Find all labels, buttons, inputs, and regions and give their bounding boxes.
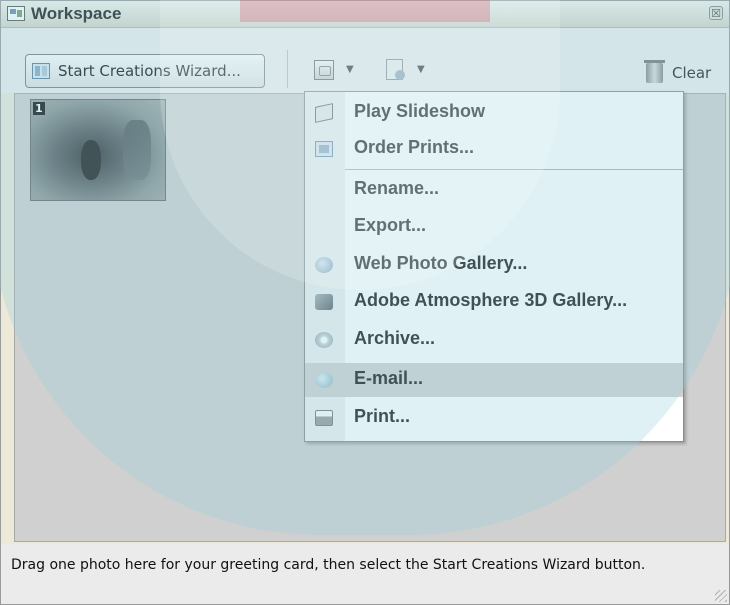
toolbar: Start Creations Wizard... ▼ ▼ Clear	[1, 28, 729, 93]
menu-item-archive[interactable]: Archive...	[305, 323, 683, 357]
wizard-icon	[32, 63, 50, 79]
chevron-down-icon: ▼	[417, 64, 425, 75]
clear-button-label: Clear	[672, 64, 712, 82]
menu-item-print[interactable]: Print...	[305, 401, 683, 435]
menu-item-label: Order Prints...	[354, 137, 475, 157]
menu-item-email[interactable]: E-mail...	[305, 363, 683, 397]
menu-item-rename[interactable]: Rename...	[305, 173, 683, 207]
share-dropdown-menu: Play Slideshow Order Prints... Rename...…	[304, 91, 684, 442]
archive-disc-icon	[315, 332, 333, 348]
menu-item-label: E-mail...	[354, 368, 424, 388]
menu-item-label: Adobe Atmosphere 3D Gallery...	[354, 290, 628, 310]
close-button[interactable]: ☒	[709, 6, 723, 20]
web-gallery-icon	[315, 257, 333, 273]
menu-item-label: Print...	[354, 406, 411, 426]
workspace-icon	[7, 6, 25, 21]
menu-item-label: Archive...	[354, 328, 436, 348]
menu-item-label: Web Photo Gallery...	[354, 253, 528, 273]
start-creations-wizard-button[interactable]: Start Creations Wizard...	[25, 54, 265, 88]
photo-thumbnail[interactable]: 1	[30, 99, 166, 201]
create-dropdown-button[interactable]: ▼	[381, 56, 441, 90]
menu-item-play-slideshow[interactable]: Play Slideshow	[305, 96, 683, 130]
chevron-down-icon: ▼	[346, 64, 354, 75]
clear-button[interactable]: Clear	[644, 56, 726, 88]
photo-number-badge: 1	[33, 102, 45, 115]
create-icon	[386, 59, 405, 80]
status-bar: Drag one photo here for your greeting ca…	[1, 544, 729, 604]
menu-item-atmosphere-3d-gallery[interactable]: Adobe Atmosphere 3D Gallery...	[305, 285, 683, 319]
email-icon	[315, 372, 333, 388]
toolbar-separator	[287, 50, 288, 88]
menu-separator	[345, 169, 683, 170]
resize-grip-icon[interactable]	[715, 590, 727, 602]
printer-icon	[315, 410, 333, 426]
status-message: Drag one photo here for your greeting ca…	[11, 557, 646, 573]
menu-item-label: Play Slideshow	[354, 101, 486, 121]
menu-item-web-photo-gallery[interactable]: Web Photo Gallery...	[305, 248, 683, 282]
menu-item-order-prints[interactable]: Order Prints...	[305, 132, 683, 166]
share-icon	[314, 60, 334, 80]
slideshow-icon	[315, 103, 333, 123]
share-dropdown-button[interactable]: ▼	[306, 56, 374, 90]
menu-item-label: Export...	[354, 215, 427, 235]
order-prints-icon	[315, 141, 333, 157]
wizard-button-label: Start Creations Wizard...	[58, 62, 241, 80]
3d-gallery-icon	[315, 294, 333, 310]
trash-icon	[644, 60, 665, 83]
title-bar: Workspace ☒	[1, 1, 729, 28]
menu-item-export[interactable]: Export...	[305, 210, 683, 244]
window-title: Workspace	[31, 4, 122, 23]
menu-item-label: Rename...	[354, 178, 440, 198]
